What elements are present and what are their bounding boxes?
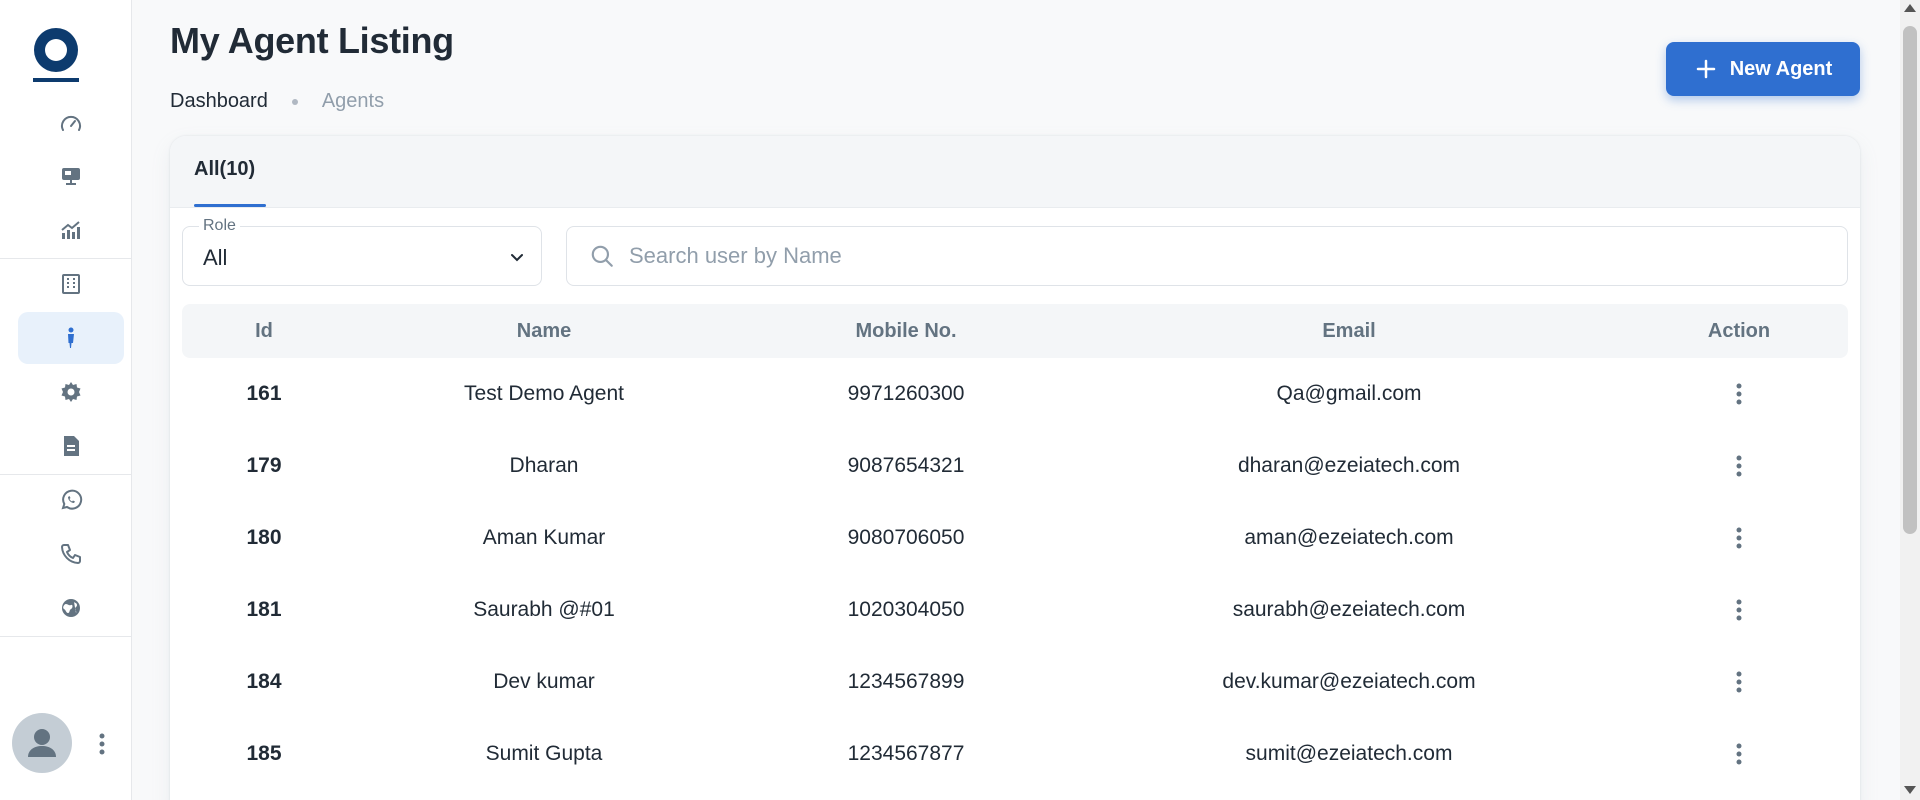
cell-mobile: 9087654321 [847, 454, 965, 477]
table-row[interactable]: 180 Aman Kumar 9080706050 aman@ezeiatech… [182, 502, 1848, 574]
agent-person-icon [68, 327, 74, 348]
role-select[interactable]: Role All [182, 217, 542, 286]
scroll-down-arrow-icon[interactable] [1904, 786, 1916, 794]
page-scrollbar[interactable] [1900, 0, 1920, 800]
breadcrumb: Dashboard Agents [170, 90, 384, 113]
page-title: My Agent Listing [170, 20, 454, 61]
cell-email: sumit@ezeiatech.com [1245, 742, 1453, 765]
more-vertical-icon [1736, 455, 1742, 477]
more-vertical-icon [1736, 599, 1742, 621]
cell-email: dharan@ezeiatech.com [1237, 454, 1461, 477]
role-value: All [203, 245, 228, 270]
sidebar-item-whatsapp[interactable] [18, 474, 124, 526]
cell-mobile: 1020304050 [847, 598, 965, 621]
sidebar-item-analytics[interactable] [18, 204, 124, 256]
sidebar [0, 0, 132, 800]
document-icon [64, 436, 79, 456]
table-row[interactable]: 179 Dharan 9087654321 dharan@ezeiatech.c… [182, 430, 1848, 502]
more-vertical-icon [1736, 743, 1742, 765]
scroll-up-arrow-icon[interactable] [1904, 4, 1916, 12]
cell-mobile: 9971260300 [847, 382, 965, 405]
row-action-button[interactable] [1721, 520, 1757, 556]
row-action-button[interactable] [1721, 664, 1757, 700]
cell-name: Test Demo Agent [464, 382, 624, 405]
cell-mobile: 1234567899 [847, 670, 965, 693]
building-icon [62, 274, 80, 294]
avatar[interactable] [12, 713, 72, 773]
sidebar-item-dashboard[interactable] [18, 98, 124, 150]
search-input[interactable] [629, 243, 1809, 269]
search-box[interactable] [566, 226, 1848, 286]
search-icon [591, 245, 613, 267]
cell-id: 185 [246, 742, 282, 765]
sidebar-item-globe[interactable] [18, 582, 124, 634]
table-row[interactable]: 181 Saurabh @#01 1020304050 saurabh@ezei… [182, 574, 1848, 646]
sidebar-divider [0, 636, 132, 637]
more-vertical-icon [99, 733, 105, 755]
cell-mobile: 9080706050 [847, 526, 965, 549]
user-avatar-icon [28, 729, 56, 757]
cell-name: Dharan [509, 454, 579, 477]
table-row[interactable]: 161 Test Demo Agent 9971260300 Qa@gmail.… [182, 358, 1848, 430]
settings-gear-icon [61, 382, 81, 402]
scrollbar-thumb[interactable] [1903, 26, 1917, 534]
sidebar-item-documents[interactable] [18, 420, 124, 472]
more-vertical-icon [1736, 383, 1742, 405]
column-header-email: Email [1322, 320, 1376, 342]
row-action-button[interactable] [1721, 448, 1757, 484]
agents-card: All(10) Role All Id Name Mobile No. Emai… [170, 136, 1860, 800]
cell-id: 179 [246, 454, 282, 477]
breadcrumb-current: Agents [321, 90, 385, 112]
role-label: Role [199, 217, 240, 235]
active-tab-indicator [194, 204, 266, 207]
table-row[interactable]: 185 Sumit Gupta 1234567877 sumit@ezeiate… [182, 718, 1848, 790]
new-agent-label: New Agent [1729, 57, 1833, 80]
whatsapp-icon [61, 489, 83, 510]
breadcrumb-dashboard-link[interactable]: Dashboard [170, 90, 268, 113]
sidebar-item-settings[interactable] [18, 366, 124, 418]
cell-name: Saurabh @#01 [473, 598, 615, 621]
cell-id: 180 [246, 526, 282, 549]
more-vertical-icon [1736, 527, 1742, 549]
cell-email: Qa@gmail.com [1276, 382, 1422, 405]
main-content: My Agent Listing Dashboard Agents New Ag… [132, 0, 1900, 800]
user-menu-button[interactable] [92, 728, 112, 760]
row-action-button[interactable] [1721, 736, 1757, 772]
analytics-chart-icon [61, 221, 80, 239]
tab-all[interactable]: All(10) [194, 158, 255, 181]
cell-id: 161 [246, 382, 282, 405]
row-action-button[interactable] [1721, 376, 1757, 412]
chevron-down-icon [511, 254, 523, 262]
table-header: Id Name Mobile No. Email Action [182, 304, 1848, 358]
table-row[interactable]: 184 Dev kumar 1234567899 dev.kumar@ezeia… [182, 646, 1848, 718]
new-agent-button[interactable]: New Agent [1666, 42, 1860, 96]
breadcrumb-separator [291, 98, 298, 105]
sidebar-item-monitor[interactable] [18, 150, 124, 202]
cell-email: aman@ezeiatech.com [1244, 526, 1454, 549]
tabs-bar: All(10) [170, 136, 1860, 208]
cell-id: 184 [246, 670, 282, 693]
monitor-icon [62, 168, 80, 185]
column-header-action: Action [1707, 320, 1771, 342]
sidebar-item-phone[interactable] [18, 528, 124, 580]
plus-icon [1696, 59, 1715, 79]
dashboard-gauge-icon [61, 115, 81, 131]
cell-name: Dev kumar [493, 670, 595, 693]
brand-logo[interactable] [30, 24, 82, 84]
cell-name: Sumit Gupta [485, 742, 603, 765]
globe-icon [62, 599, 80, 617]
phone-icon [61, 544, 81, 564]
cell-name: Aman Kumar [482, 526, 606, 549]
cell-mobile: 1234567877 [847, 742, 965, 765]
cell-email: dev.kumar@ezeiatech.com [1222, 670, 1476, 693]
more-vertical-icon [1736, 671, 1742, 693]
column-header-id[interactable]: Id [255, 320, 273, 343]
cell-id: 181 [246, 598, 282, 621]
column-header-mobile[interactable]: Mobile No. [855, 320, 956, 343]
cell-email: saurabh@ezeiatech.com [1232, 598, 1466, 621]
column-header-name[interactable]: Name [517, 320, 571, 343]
sidebar-item-agents[interactable] [18, 312, 124, 364]
sidebar-item-building[interactable] [18, 258, 124, 310]
row-action-button[interactable] [1721, 592, 1757, 628]
